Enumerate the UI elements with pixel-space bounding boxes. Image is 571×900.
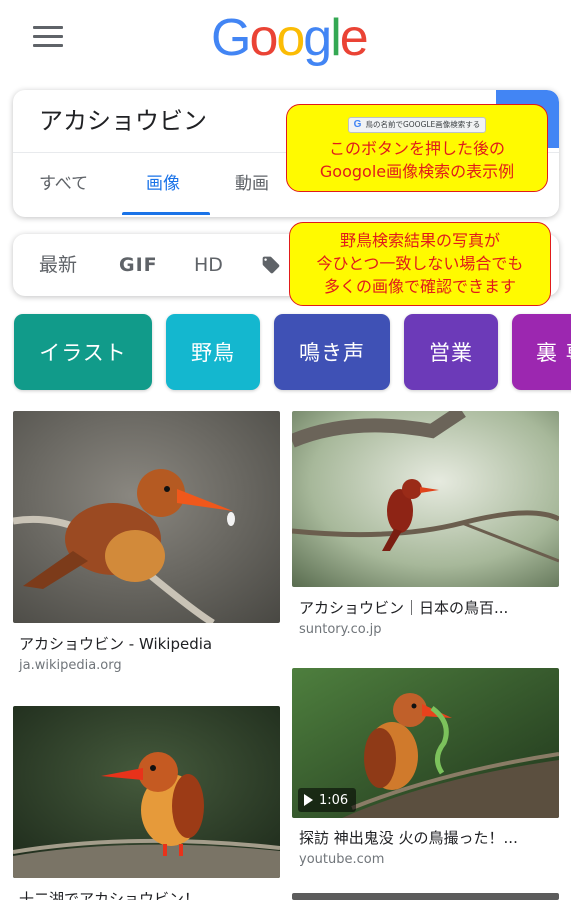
screen: Google アカショウビン すべて 画像 動画 最新 GIF HD イラスト …: [0, 0, 571, 900]
result-source: ja.wikipedia.org: [19, 658, 122, 673]
result-image[interactable]: [13, 706, 280, 878]
logo-letter: g: [303, 9, 332, 67]
google-g-icon: G: [353, 119, 362, 130]
annotation-callout: G 鳥の名前でGOOGLE画像検索する このボタンを押した後の Googole画…: [286, 104, 548, 192]
result-title[interactable]: 探訪 神出鬼没 火の鳥撮った！...: [299, 828, 518, 848]
chip-illustration[interactable]: イラスト: [14, 314, 152, 390]
kingfisher-photo: [292, 411, 559, 587]
result-title[interactable]: アカショウビン - Wikipedia: [19, 634, 212, 654]
google-image-search-button[interactable]: G 鳥の名前でGOOGLE画像検索する: [347, 117, 487, 133]
hamburger-menu-icon[interactable]: [33, 26, 63, 48]
logo-letter: l: [330, 9, 341, 67]
result-source: youtube.com: [299, 852, 385, 867]
google-logo[interactable]: Google: [211, 6, 369, 70]
tab-videos[interactable]: 動画: [235, 172, 269, 196]
chip-more[interactable]: 裏 専: [512, 314, 571, 390]
callout-line: 多くの画像で確認できます: [323, 277, 516, 296]
kingfisher-photo: [13, 706, 280, 878]
callout-line: 野鳥検索結果の写真が: [339, 231, 500, 250]
result-title[interactable]: 十二湖でアカショウビン！...: [19, 889, 213, 900]
tab-all[interactable]: すべて: [39, 172, 88, 196]
kingfisher-photo: [13, 411, 280, 623]
result-image[interactable]: [292, 411, 559, 587]
logo-letter: o: [276, 9, 305, 67]
annotation-callout: 野鳥検索結果の写真が 今ひとつ一致しない場合でも 多くの画像で確認できます: [289, 222, 551, 306]
tab-images[interactable]: 画像: [146, 172, 180, 196]
video-duration-badge: 1:06: [298, 788, 357, 812]
chip-wild-birds[interactable]: 野鳥: [166, 314, 260, 390]
chip-bird-calls[interactable]: 鳴き声: [274, 314, 390, 390]
result-image[interactable]: [292, 893, 559, 900]
logo-letter: o: [249, 9, 278, 67]
filter-hd[interactable]: HD: [194, 251, 223, 279]
result-source: suntory.co.jp: [299, 622, 382, 637]
active-tab-indicator: [122, 212, 210, 215]
play-icon: [304, 794, 313, 806]
logo-letter: G: [211, 9, 251, 67]
google-image-search-label: 鳥の名前でGOOGLE画像検索する: [365, 120, 481, 129]
callout-line: Googole画像検索の表示例: [319, 162, 515, 181]
video-duration: 1:06: [319, 792, 349, 808]
filter-gif[interactable]: GIF: [119, 251, 158, 279]
search-input[interactable]: アカショウビン: [39, 104, 207, 138]
callout-line: このボタンを押した後の: [328, 139, 505, 158]
result-title[interactable]: アカショウビン｜日本の鳥百...: [299, 598, 508, 618]
callout-line: 今ひとつ一致しない場合でも: [316, 254, 524, 273]
filter-latest[interactable]: 最新: [39, 251, 77, 279]
result-image[interactable]: [13, 411, 280, 623]
logo-letter: e: [339, 9, 369, 67]
tag-icon[interactable]: [261, 255, 281, 275]
chip-business[interactable]: 営業: [404, 314, 498, 390]
